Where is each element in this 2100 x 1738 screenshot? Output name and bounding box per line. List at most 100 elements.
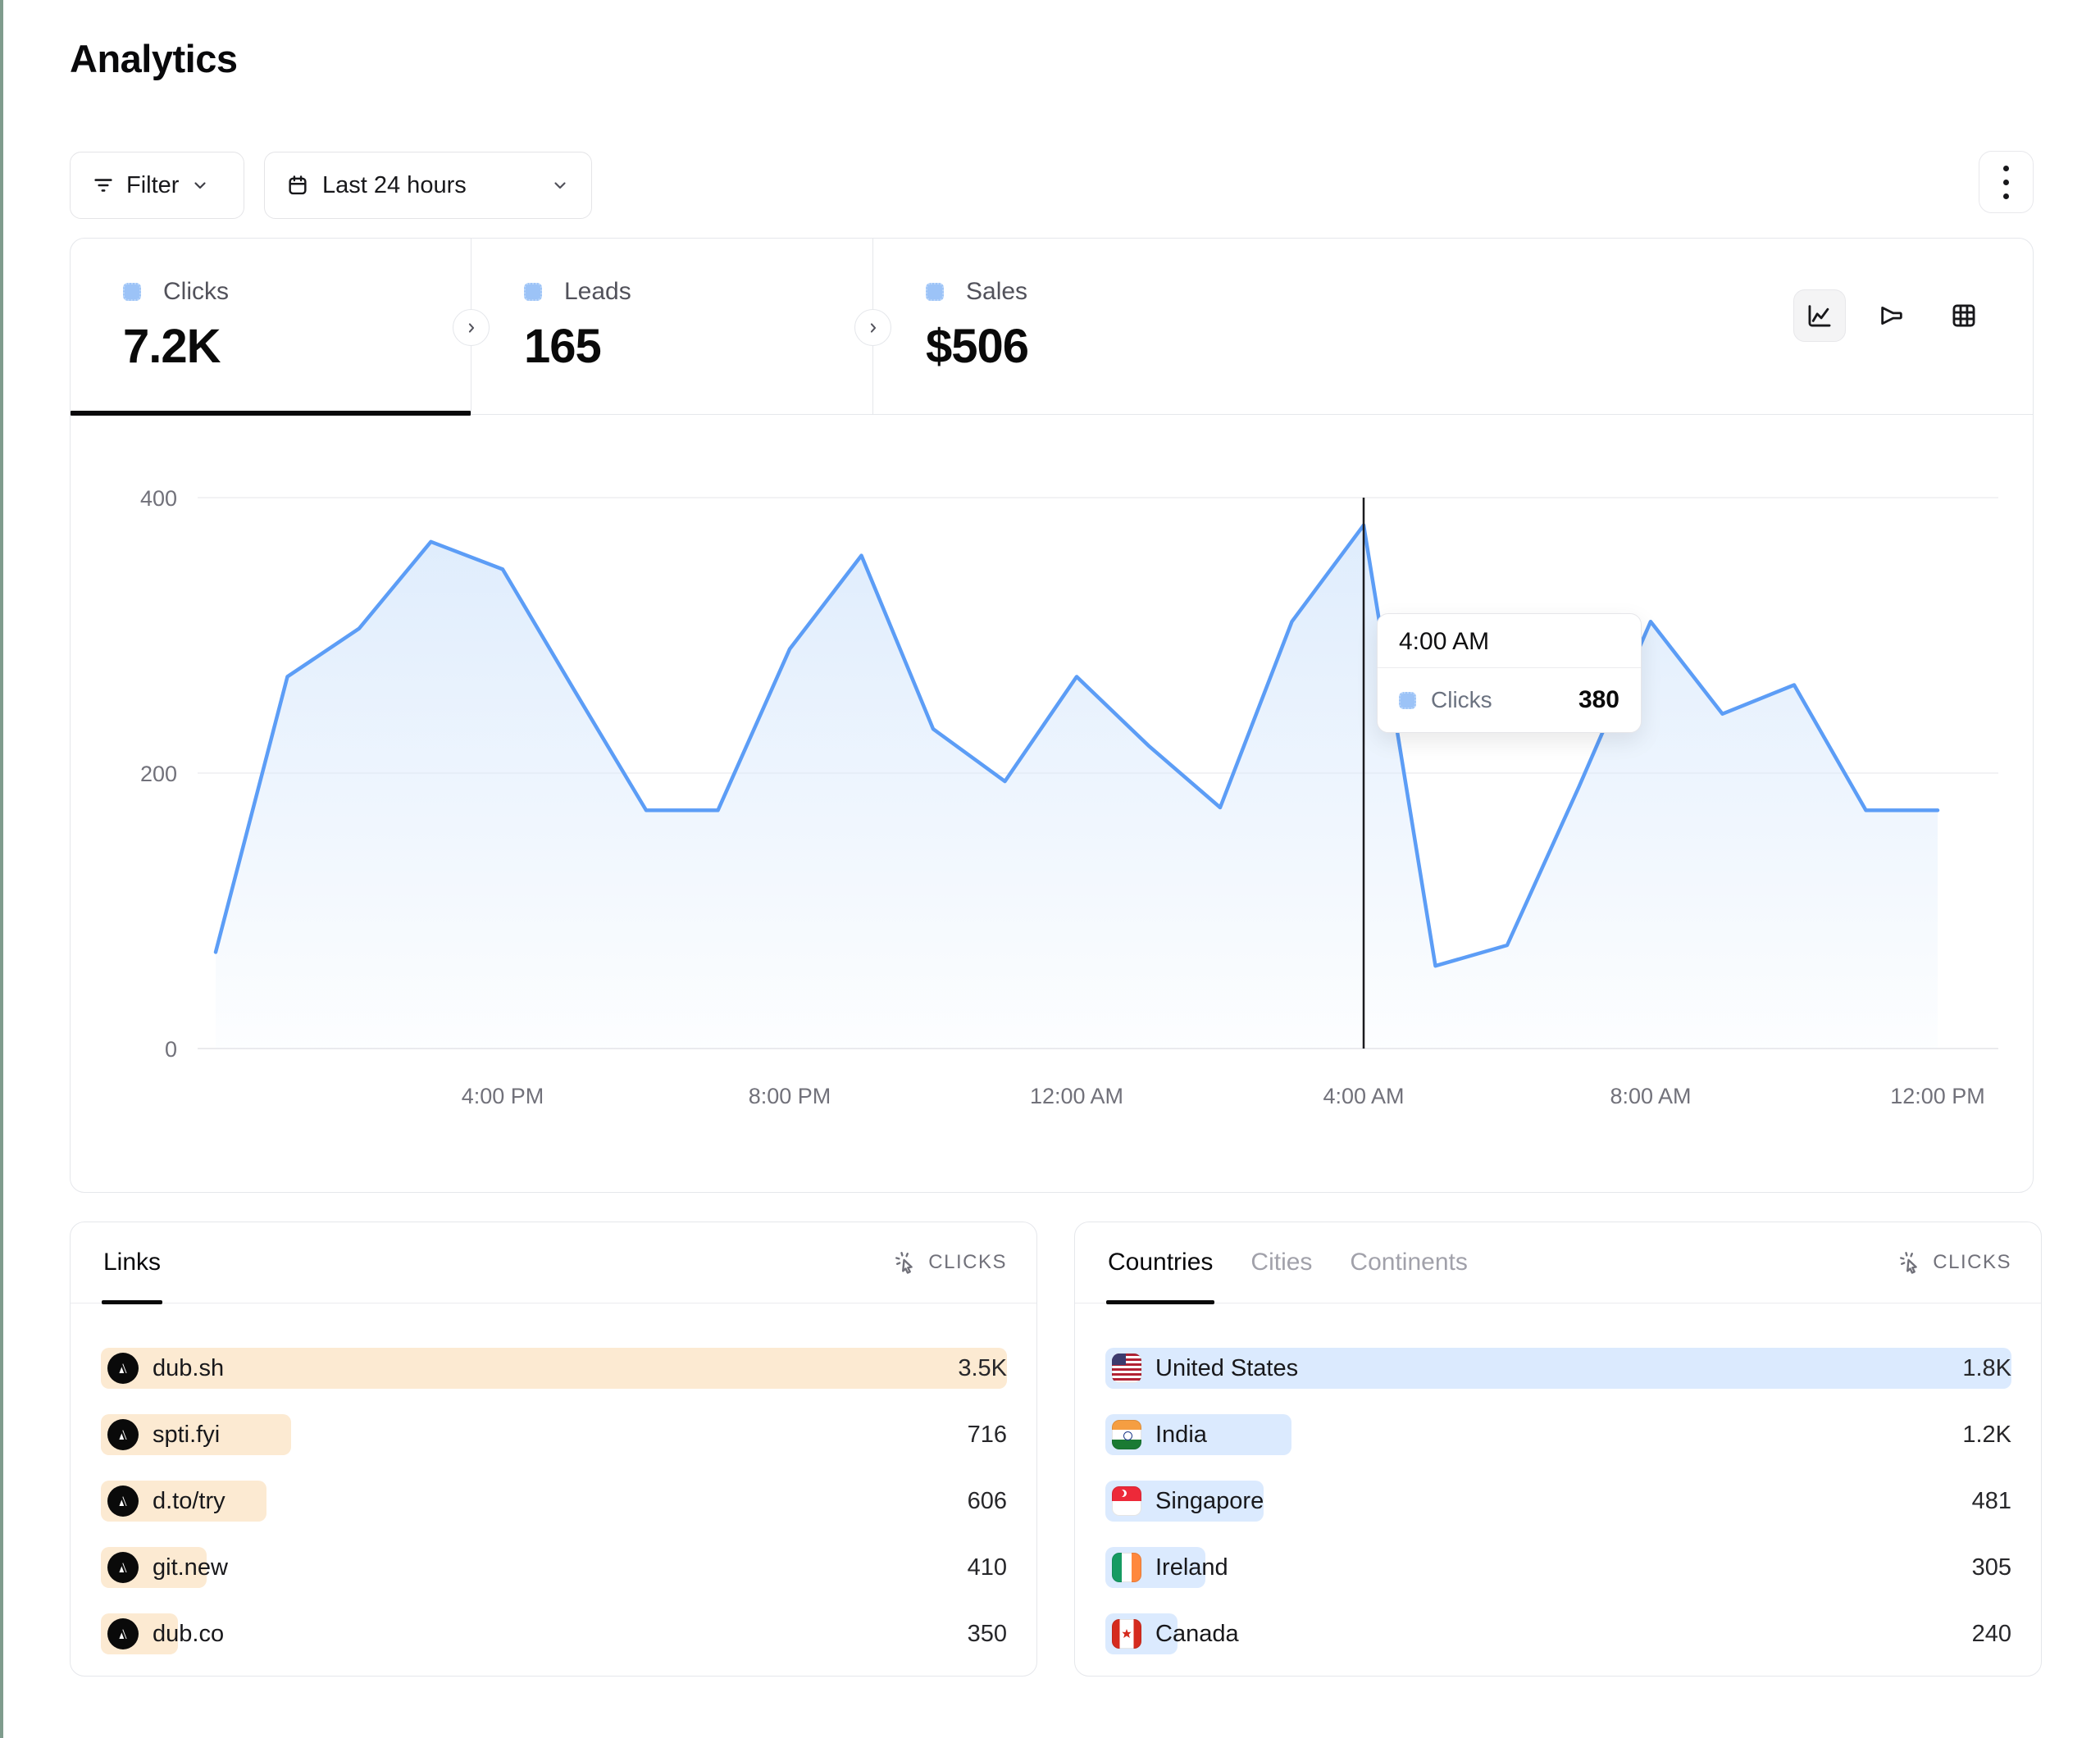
countries-card-header: Countries Cities Continents CLICKS bbox=[1075, 1222, 2041, 1304]
link-row[interactable]: spti.fyi 716 bbox=[101, 1414, 1007, 1455]
country-label: India bbox=[1155, 1422, 1207, 1449]
link-row[interactable]: dub.co 350 bbox=[101, 1613, 1007, 1654]
page-edge-accent bbox=[0, 0, 3, 1738]
country-clicks-value: 1.8K bbox=[1962, 1355, 2011, 1382]
tab-cities[interactable]: Cities bbox=[1250, 1222, 1312, 1303]
country-row[interactable]: Canada 240 bbox=[1105, 1613, 2011, 1654]
metric-label: CLICKS bbox=[1933, 1251, 2011, 1274]
link-row[interactable]: dub.sh 3.5K bbox=[101, 1348, 1007, 1389]
country-clicks-value: 481 bbox=[1972, 1488, 2011, 1515]
chevron-down-icon bbox=[190, 175, 210, 195]
tab-leads[interactable]: Leads 165 bbox=[471, 239, 872, 414]
clicks-area-chart[interactable]: 02004004:00 PM8:00 PM12:00 AM4:00 AM8:00… bbox=[71, 415, 2032, 1192]
area-chart-canvas: 02004004:00 PM8:00 PM12:00 AM4:00 AM8:00… bbox=[71, 415, 2032, 1192]
link-clicks-value: 606 bbox=[968, 1488, 1007, 1515]
filter-button[interactable]: Filter bbox=[70, 152, 244, 219]
svg-text:0: 0 bbox=[165, 1037, 177, 1062]
expand-leads-sales-button[interactable] bbox=[854, 309, 891, 346]
link-clicks-value: 716 bbox=[968, 1422, 1007, 1449]
line-chart-view-button[interactable] bbox=[1793, 289, 1846, 342]
table-view-button[interactable] bbox=[1938, 289, 1990, 342]
tooltip-series-label: Clicks bbox=[1431, 687, 1492, 713]
flag-sg-icon bbox=[1112, 1486, 1141, 1516]
more-options-button[interactable] bbox=[1979, 151, 2034, 213]
cursor-click-icon bbox=[894, 1250, 918, 1275]
date-range-label: Last 24 hours bbox=[322, 172, 467, 199]
countries-card: Countries Cities Continents CLICKS United … bbox=[1074, 1222, 2042, 1677]
page-title: Analytics bbox=[70, 36, 237, 81]
svg-text:12:00 AM: 12:00 AM bbox=[1030, 1084, 1123, 1108]
country-row[interactable]: United States 1.8K bbox=[1105, 1348, 2011, 1389]
tab-countries[interactable]: Countries bbox=[1108, 1222, 1213, 1303]
link-row[interactable]: d.to/try 606 bbox=[101, 1481, 1007, 1522]
dub-favicon-icon bbox=[107, 1419, 139, 1450]
link-label: spti.fyi bbox=[153, 1422, 220, 1449]
svg-text:400: 400 bbox=[140, 486, 177, 511]
link-value-bar bbox=[101, 1348, 1007, 1389]
link-clicks-value: 350 bbox=[968, 1621, 1007, 1648]
links-card: Links CLICKS dub.sh 3.5K spti.fyi 716 d.to/t… bbox=[70, 1222, 1037, 1677]
cursor-click-icon bbox=[1898, 1250, 1923, 1275]
country-row[interactable]: India 1.2K bbox=[1105, 1414, 2011, 1455]
links-card-header: Links CLICKS bbox=[71, 1222, 1036, 1304]
country-label: Canada bbox=[1155, 1621, 1239, 1648]
countries-list: United States 1.8K India 1.2K Singapore 481 Ir… bbox=[1075, 1304, 2041, 1654]
stat-label: Leads bbox=[564, 278, 631, 306]
country-clicks-value: 240 bbox=[1972, 1621, 2011, 1648]
flag-ca-icon bbox=[1112, 1619, 1141, 1649]
dub-favicon-icon bbox=[107, 1618, 139, 1649]
link-label: dub.sh bbox=[153, 1355, 224, 1382]
date-range-button[interactable]: Last 24 hours bbox=[264, 152, 592, 219]
dub-favicon-icon bbox=[107, 1353, 139, 1384]
link-clicks-value: 3.5K bbox=[958, 1355, 1007, 1382]
country-label: Ireland bbox=[1155, 1554, 1228, 1581]
metric-label: CLICKS bbox=[928, 1251, 1007, 1274]
links-metric[interactable]: CLICKS bbox=[894, 1222, 1007, 1303]
filter-icon bbox=[92, 174, 115, 197]
svg-text:4:00 PM: 4:00 PM bbox=[462, 1084, 544, 1108]
flag-us-icon bbox=[1112, 1354, 1141, 1383]
dub-favicon-icon bbox=[107, 1485, 139, 1517]
link-label: d.to/try bbox=[153, 1488, 225, 1515]
country-clicks-value: 305 bbox=[1972, 1554, 2011, 1581]
link-label: git.new bbox=[153, 1554, 228, 1581]
analytics-page: Analytics Filter Last 24 hours Clicks bbox=[0, 0, 2100, 1738]
link-label: dub.co bbox=[153, 1621, 224, 1648]
links-list: dub.sh 3.5K spti.fyi 716 d.to/try 606 git.new4… bbox=[71, 1304, 1036, 1654]
country-row[interactable]: Ireland 305 bbox=[1105, 1547, 2011, 1588]
chevron-down-icon bbox=[550, 175, 570, 195]
tab-links[interactable]: Links bbox=[103, 1222, 161, 1303]
stat-label: Clicks bbox=[163, 278, 229, 306]
filter-button-label: Filter bbox=[126, 172, 179, 199]
stat-label: Sales bbox=[966, 278, 1027, 306]
funnel-view-button[interactable] bbox=[1865, 289, 1918, 342]
svg-text:200: 200 bbox=[140, 762, 177, 786]
stat-value: 7.2K bbox=[123, 319, 471, 374]
tab-continents[interactable]: Continents bbox=[1350, 1222, 1467, 1303]
country-clicks-value: 1.2K bbox=[1962, 1422, 2011, 1449]
link-row[interactable]: git.new410 bbox=[101, 1547, 1007, 1588]
svg-text:12:00 PM: 12:00 PM bbox=[1890, 1084, 1985, 1108]
leads-swatch-icon bbox=[524, 283, 542, 301]
tooltip-value: 380 bbox=[1578, 686, 1619, 714]
analytics-chart-card: Clicks 7.2K Leads 165 Sales $506 bbox=[70, 238, 2034, 1193]
dub-favicon-icon bbox=[107, 1552, 139, 1583]
expand-clicks-leads-button[interactable] bbox=[453, 309, 490, 346]
tab-clicks[interactable]: Clicks 7.2K bbox=[71, 239, 471, 414]
chart-tooltip: 4:00 AM Clicks 380 bbox=[1377, 613, 1642, 733]
clicks-swatch-icon bbox=[123, 283, 141, 301]
stats-tab-bar: Clicks 7.2K Leads 165 Sales $506 bbox=[71, 239, 2033, 415]
country-label: United States bbox=[1155, 1355, 1298, 1382]
country-row[interactable]: Singapore 481 bbox=[1105, 1481, 2011, 1522]
tooltip-time: 4:00 AM bbox=[1378, 614, 1641, 668]
stat-value: 165 bbox=[524, 319, 872, 374]
chart-type-switcher bbox=[1793, 289, 1990, 342]
tooltip-series-swatch-icon bbox=[1399, 692, 1416, 709]
countries-metric[interactable]: CLICKS bbox=[1898, 1222, 2011, 1303]
sales-swatch-icon bbox=[926, 283, 944, 301]
country-label: Singapore bbox=[1155, 1488, 1264, 1515]
flag-in-icon bbox=[1112, 1420, 1141, 1449]
calendar-icon bbox=[286, 174, 309, 197]
svg-text:4:00 AM: 4:00 AM bbox=[1323, 1084, 1404, 1108]
svg-text:8:00 PM: 8:00 PM bbox=[749, 1084, 831, 1108]
